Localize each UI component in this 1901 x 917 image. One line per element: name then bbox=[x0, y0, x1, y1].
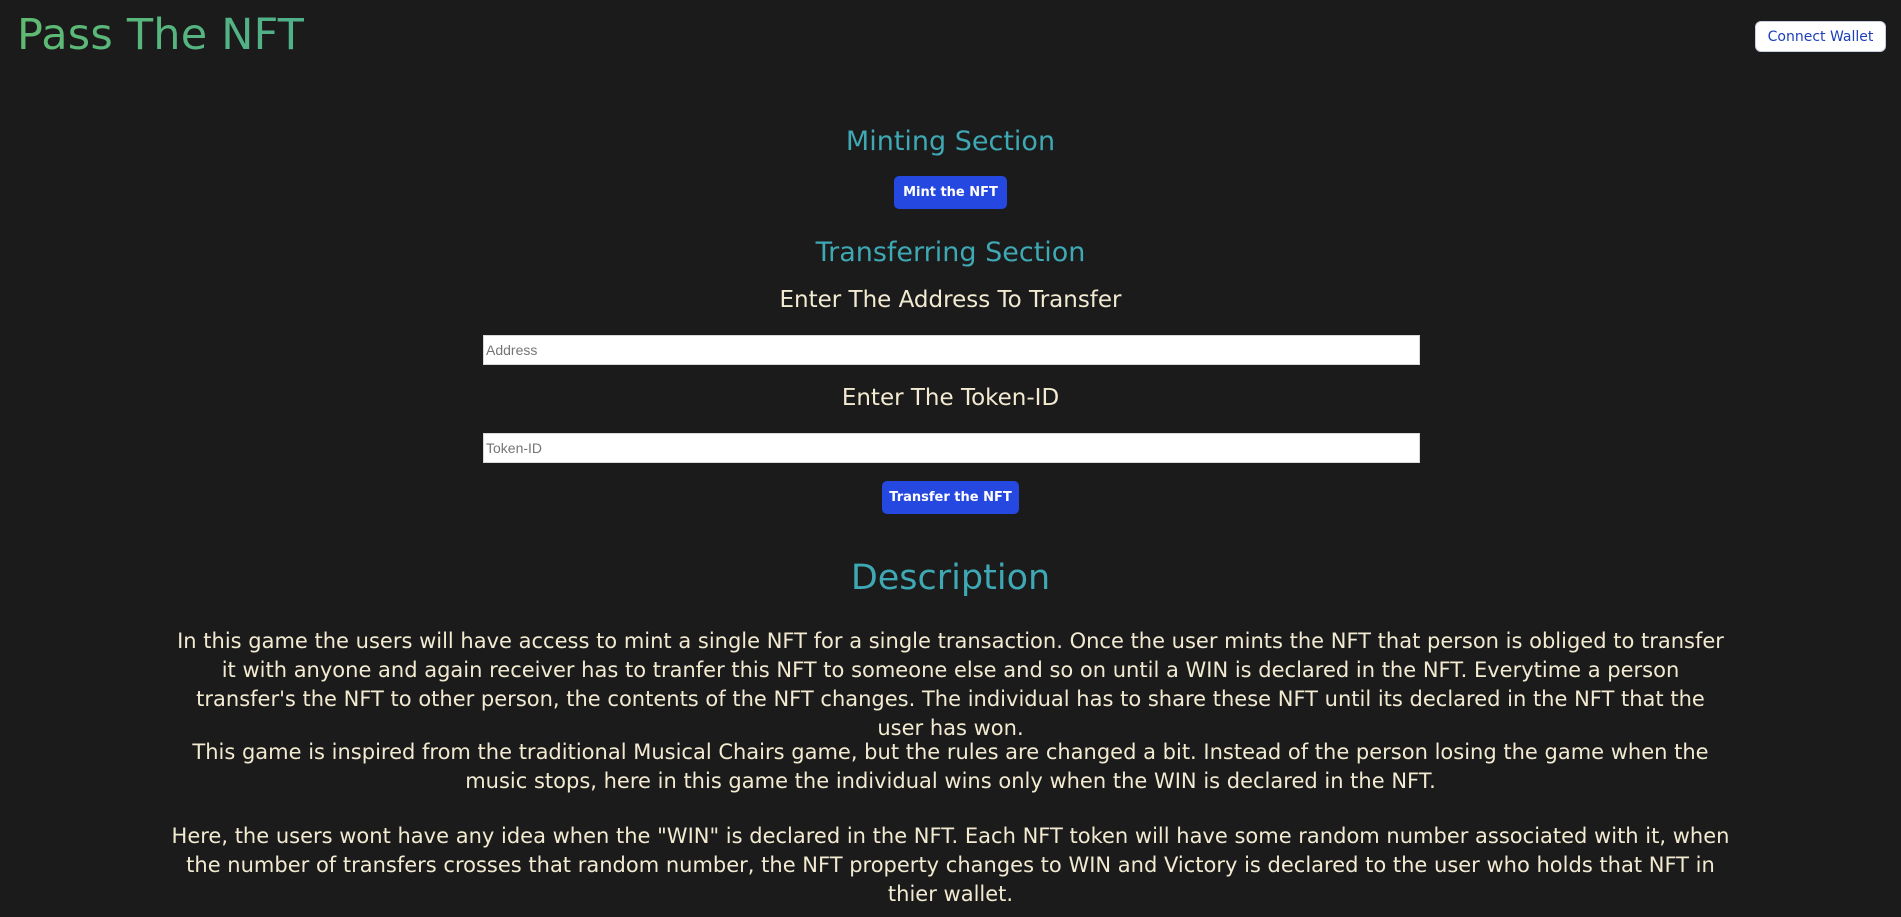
description-section: Description bbox=[0, 561, 1901, 596]
mint-button-row: Mint the NFT bbox=[0, 176, 1901, 209]
token-id-input[interactable] bbox=[483, 433, 1420, 463]
transfer-button-row: Transfer the NFT bbox=[0, 481, 1901, 514]
address-label-row: Enter The Address To Transfer bbox=[0, 289, 1901, 312]
address-input[interactable] bbox=[483, 335, 1420, 365]
minting-section: Minting Section bbox=[0, 128, 1901, 155]
description-paragraph: In this game the users will have access … bbox=[177, 629, 1724, 740]
app-title: Pass The NFT bbox=[17, 10, 305, 60]
token-label-row: Enter The Token-ID bbox=[0, 387, 1901, 410]
minting-section-title: Minting Section bbox=[845, 126, 1056, 157]
token-id-label: Enter The Token-ID bbox=[841, 385, 1060, 411]
address-label: Enter The Address To Transfer bbox=[779, 287, 1122, 313]
mint-nft-button[interactable]: Mint the NFT bbox=[894, 176, 1007, 209]
transfer-nft-button[interactable]: Transfer the NFT bbox=[882, 481, 1019, 514]
app-page: Pass The NFT Connect Wallet Minting Sect… bbox=[0, 0, 1901, 917]
connect-wallet-button[interactable]: Connect Wallet bbox=[1755, 21, 1886, 52]
description-paragraph: Here, the users wont have any idea when … bbox=[171, 824, 1730, 906]
transferring-section: Transferring Section bbox=[0, 239, 1901, 266]
description-paragraph: This game is inspired from the tradition… bbox=[192, 740, 1709, 793]
description-title: Description bbox=[850, 558, 1051, 598]
transferring-section-title: Transferring Section bbox=[815, 237, 1086, 268]
